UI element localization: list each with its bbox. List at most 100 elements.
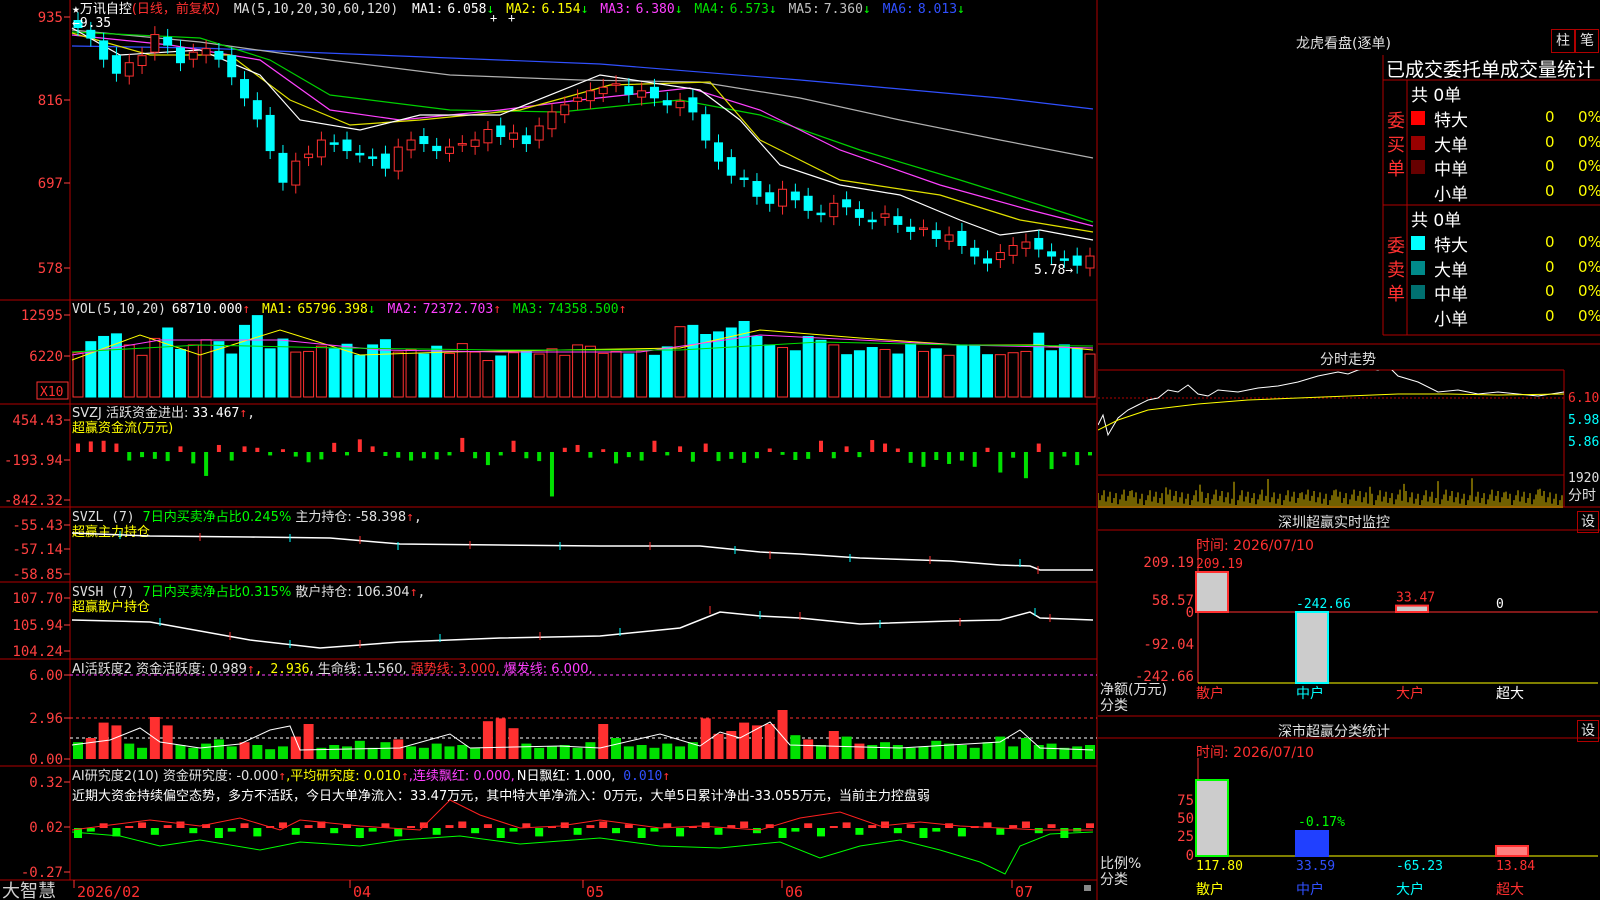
research-bar <box>138 822 147 828</box>
monitor-value-label: 33.47 <box>1396 591 1435 606</box>
fund-flow-bar <box>409 452 414 461</box>
volume-bar <box>495 355 507 398</box>
candle-body <box>355 152 365 156</box>
activity-bar <box>252 745 263 759</box>
intraday-chart[interactable]: 6.10 5.98 5.86 1920 分时 <box>1098 370 1600 510</box>
research-bar <box>599 821 608 828</box>
volume-bar <box>879 348 891 398</box>
research-bar <box>855 828 864 835</box>
candle-body <box>227 55 237 78</box>
volume-bar <box>994 354 1006 398</box>
candle-body <box>368 156 378 159</box>
volume-bar <box>969 344 981 398</box>
candle-body <box>521 135 531 145</box>
fund-flow-bar <box>665 452 670 456</box>
activity-bar <box>239 742 250 759</box>
candle-body <box>803 195 813 211</box>
research-bar <box>1034 828 1043 834</box>
monitor-category-label: 大户 <box>1396 685 1424 702</box>
fund-flow-bar <box>370 446 375 452</box>
research-bar <box>650 828 659 832</box>
volume-bar <box>982 354 994 398</box>
volume-bar <box>251 315 263 398</box>
fund-flow-bar <box>959 452 964 461</box>
y-tick: 25 <box>1177 829 1194 845</box>
candle-body <box>778 188 788 207</box>
color-swatch <box>1411 260 1425 275</box>
y-tick: 0.00 <box>29 752 63 768</box>
research-bar <box>509 828 518 832</box>
activity-bar <box>303 724 314 759</box>
fund-flow-bar <box>485 452 490 466</box>
activity-bar <box>85 738 96 759</box>
research-bar <box>163 825 172 828</box>
research-bar <box>214 828 223 838</box>
research-bar <box>227 828 236 832</box>
activity-bar <box>764 724 775 759</box>
class-bar <box>1195 779 1229 857</box>
candle-body <box>662 100 672 106</box>
fund-flow-bar <box>883 443 888 452</box>
volume-bar <box>687 324 699 398</box>
order-row: 大单 0 0% <box>1408 131 1600 156</box>
order-qty: 0 <box>1545 181 1555 200</box>
x-axis-label: 分类 <box>1100 698 1128 714</box>
order-row: 小单 0 0% <box>1408 180 1600 205</box>
activity-bar <box>393 739 404 759</box>
activity-bar <box>675 746 686 759</box>
research-bar <box>150 828 159 835</box>
class-chart: 75 50 25 0 比例% 分类 -0.17% 117.80 散户 33.59 中户… <box>1100 758 1598 898</box>
candle-body <box>585 90 595 102</box>
y-tick: 6220 <box>29 349 63 365</box>
candle-body <box>509 132 519 140</box>
fund-flow-bar <box>575 444 580 452</box>
volume-bar <box>469 351 481 398</box>
tick-view-button[interactable]: 笔 <box>1575 29 1599 53</box>
candle-body <box>304 153 314 159</box>
candle-body <box>867 219 877 223</box>
svzl-subtitle: 超赢主力持仓 <box>72 524 150 540</box>
vol-legend: VOL(5,10,20) 68710.000↑ MA1: 65796.398↓ MA… <box>72 302 626 317</box>
candle-body <box>111 55 121 74</box>
activity-bar <box>739 722 750 759</box>
volume-bar <box>123 344 135 398</box>
research-bar <box>458 821 467 828</box>
chart-area[interactable]: 935 816 697 578 ★万讯自控(日线，前复权) MA(5,10,20… <box>0 0 1100 900</box>
activity-bar <box>828 731 839 759</box>
volume-bar <box>443 352 455 398</box>
fund-flow-bar <box>537 452 542 462</box>
order-type-label: 大单 <box>1434 260 1468 281</box>
candle-body <box>380 153 390 169</box>
activity-bar <box>636 745 647 759</box>
activity-bar <box>713 733 724 759</box>
candle-body <box>931 230 941 239</box>
activity-bar <box>265 749 276 759</box>
y-tick: 0.32 <box>29 775 63 791</box>
activity-bar <box>944 743 955 759</box>
fund-flow-bar <box>972 452 977 467</box>
candle-body <box>970 247 980 257</box>
activity-bar <box>470 747 481 759</box>
monitor-bar <box>1295 611 1329 684</box>
fund-flow-bar <box>729 452 734 459</box>
y-axis-label: 比例% <box>1100 856 1141 872</box>
volume-bar <box>239 324 251 398</box>
research-bar <box>829 826 838 828</box>
y-axis-label: 净额(万元) <box>1100 682 1167 698</box>
order-pct: 0% <box>1578 233 1600 251</box>
candle-body <box>688 97 698 113</box>
fund-flow-bar <box>626 452 631 458</box>
class-value-label: 33.59 <box>1296 859 1335 874</box>
bar-view-button[interactable]: 柱 <box>1551 29 1575 53</box>
volume-bar <box>328 348 340 398</box>
y-tick: 935 <box>38 10 63 26</box>
color-swatch <box>1411 236 1425 250</box>
sell-side-label: 委卖单 <box>1387 236 1405 305</box>
research-bar <box>612 828 621 834</box>
fund-flow-bar <box>921 452 926 467</box>
ma1-line <box>71 27 1094 241</box>
activity-bar <box>1008 746 1019 759</box>
volume-label: 分时 <box>1568 488 1596 504</box>
activity-bar <box>790 735 801 759</box>
y-tick: -55.43 <box>12 518 63 534</box>
